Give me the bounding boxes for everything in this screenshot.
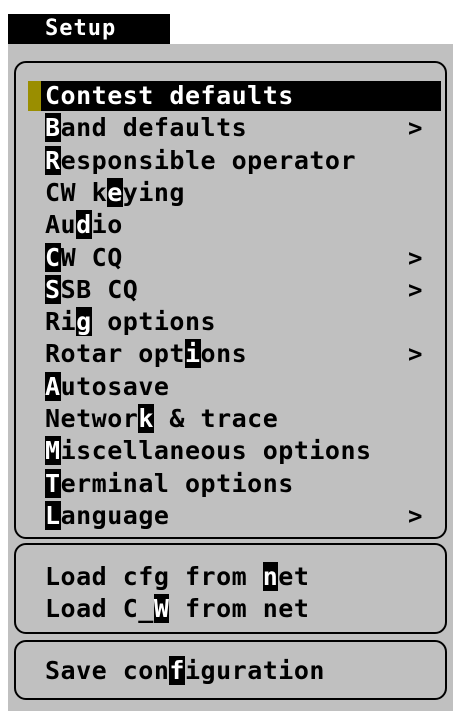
menu-item-label: Band defaults: [45, 113, 248, 143]
menu-item-terminal-options[interactable]: Terminal options: [45, 468, 440, 499]
menu-item-load-c-w-from-net[interactable]: Load C_W from net: [45, 594, 440, 624]
setup-menu: Contest defaults Band defaults > Responsibl…: [8, 44, 453, 711]
label-text: ying: [122, 177, 185, 207]
hotkey-letter: e: [107, 177, 123, 207]
label-text: Save con: [45, 656, 170, 685]
label-text: W CQ: [60, 242, 123, 272]
label-text: anguage: [60, 500, 170, 530]
menu-item-label: Save configuration: [45, 656, 325, 685]
label-text: from net: [169, 594, 310, 623]
label-text: utosave: [60, 371, 170, 401]
hotkey-letter: f: [169, 656, 185, 685]
hotkey-letter: k: [138, 404, 154, 433]
label-text: esponsible operator: [60, 145, 357, 175]
menu-item-cw-keying[interactable]: CW keying: [45, 177, 440, 208]
menu-item-ssb-cq[interactable]: SSB CQ >: [45, 274, 440, 305]
menu-item-miscellaneous-options[interactable]: Miscellaneous options: [45, 436, 440, 466]
submenu-arrow-icon: >: [408, 114, 423, 143]
menu-item-label: SSB CQ: [45, 274, 139, 304]
hotkey-letter: d: [76, 210, 92, 240]
menu-item-label: Rotar options: [45, 339, 248, 369]
menu-item-label: Load cfg from net: [45, 562, 309, 591]
label-text: Networ: [45, 404, 139, 433]
menu-item-rig-options[interactable]: Rig options: [45, 307, 440, 337]
menu-item-label: CW CQ: [45, 242, 123, 272]
hotkey-letter: R: [45, 145, 61, 175]
menu-item-label: Autosave: [45, 371, 170, 401]
menu-item-label: Load C_W from net: [45, 594, 309, 623]
label-text: iscellaneous options: [60, 436, 372, 466]
hotkey-letter: A: [45, 371, 61, 401]
menu-item-label: Rig options: [45, 307, 217, 337]
submenu-arrow-icon: >: [408, 243, 423, 272]
menu-item-responsible-operator[interactable]: Responsible operator: [45, 145, 440, 176]
menu-item-band-defaults[interactable]: Band defaults >: [45, 113, 440, 143]
selection-marker: [28, 81, 41, 111]
menu-item-label: Miscellaneous options: [45, 436, 372, 466]
menu-item-audio[interactable]: Audio: [45, 210, 440, 240]
menu-item-language[interactable]: Language >: [45, 500, 440, 531]
hotkey-letter: g: [76, 307, 92, 337]
menu-item-label: Audio: [45, 210, 123, 240]
submenu-arrow-icon: >: [408, 275, 423, 304]
menu-item-save-configuration[interactable]: Save configuration: [45, 656, 440, 686]
submenu-arrow-icon: >: [408, 501, 423, 530]
menu-item-label: Contest defaults: [45, 81, 294, 110]
hotkey-letter: T: [45, 468, 61, 498]
label-text: Ri: [45, 307, 77, 337]
menu-item-label: Network & trace: [45, 404, 278, 433]
hotkey-letter: n: [262, 562, 279, 591]
label-text: options: [91, 307, 217, 337]
label-text: & trace: [153, 404, 279, 433]
label-text: Load cfg from: [45, 562, 263, 591]
label-text: and defaults: [60, 113, 248, 143]
menu-item-label: Language: [45, 500, 170, 530]
label-text: iguration: [184, 656, 325, 685]
hotkey-letter: S: [45, 274, 61, 304]
menu-item-autosave[interactable]: Autosave: [45, 371, 440, 402]
window-title: Setup: [8, 14, 170, 44]
menu-item-rotar-options[interactable]: Rotar options >: [45, 339, 440, 369]
hotkey-letter: i: [184, 339, 201, 369]
submenu-arrow-icon: >: [408, 340, 423, 369]
menu-item-label: CW keying: [45, 177, 185, 207]
label-text: SB CQ: [60, 274, 139, 304]
hotkey-letter: B: [45, 113, 61, 143]
hotkey-letter: L: [45, 500, 61, 530]
label-text: io: [91, 210, 123, 240]
menu-item-label: Terminal options: [45, 468, 294, 498]
label-text: Contest defaults: [45, 81, 294, 110]
hotkey-letter: W: [153, 594, 170, 623]
label-text: Rotar opt: [45, 339, 185, 369]
label-text: Load C_: [45, 594, 154, 623]
label-text: et: [278, 562, 310, 591]
label-text: ons: [200, 339, 248, 369]
menu-item-cw-cq[interactable]: CW CQ >: [45, 242, 440, 273]
label-text: CW k: [45, 177, 108, 207]
menu-item-network-trace[interactable]: Network & trace: [45, 404, 440, 434]
menu-item-load-cfg-from-net[interactable]: Load cfg from net: [45, 562, 440, 592]
menu-item-label: Responsible operator: [45, 145, 357, 175]
hotkey-letter: C: [45, 242, 61, 272]
menu-item-contest-defaults[interactable]: Contest defaults: [28, 81, 441, 111]
label-text: Au: [45, 210, 77, 240]
hotkey-letter: M: [45, 436, 61, 466]
label-text: erminal options: [60, 468, 294, 498]
